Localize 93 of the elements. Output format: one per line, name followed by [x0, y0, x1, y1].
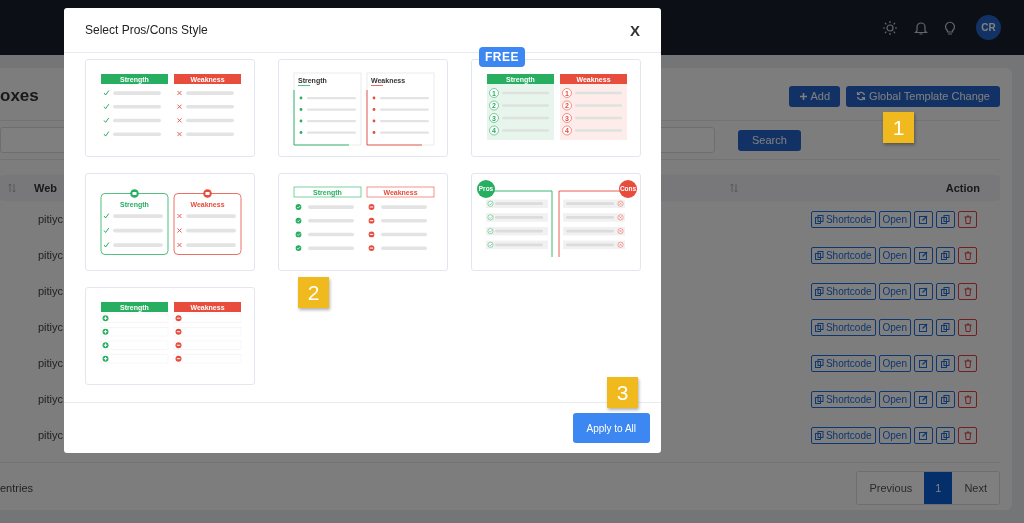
table-cell: pitiyc	[38, 285, 64, 297]
table-cell: pitiyc	[38, 393, 64, 405]
open-button[interactable]: Open	[878, 426, 911, 444]
open-button[interactable]: Open	[878, 390, 911, 408]
trash-icon	[963, 358, 972, 368]
copy-icon	[814, 394, 824, 404]
copy-icon	[941, 394, 950, 404]
edit-icon	[919, 322, 928, 332]
copy-icon	[814, 322, 824, 332]
pagination-button[interactable]: 1	[924, 472, 953, 504]
copy-icon	[941, 358, 950, 368]
edit-button[interactable]	[914, 282, 933, 300]
copy-icon	[814, 214, 824, 224]
global-template-change-button[interactable]: Global Template Change	[846, 85, 1000, 107]
trash-icon	[963, 214, 972, 224]
edit-icon	[919, 394, 928, 404]
trash-icon	[963, 322, 972, 332]
sun-icon[interactable]	[882, 19, 898, 36]
shortcode-button[interactable]: Shortcode	[810, 318, 876, 336]
delete-button[interactable]	[958, 318, 977, 336]
copy-icon	[814, 286, 824, 296]
table-cell: pitiyc	[38, 357, 64, 369]
close-button[interactable]: X	[630, 21, 640, 39]
column-header: Action	[945, 182, 980, 194]
edit-icon	[919, 286, 928, 296]
lightbulb-icon[interactable]	[944, 19, 956, 36]
bell-icon[interactable]	[914, 19, 928, 36]
shortcode-button[interactable]: Shortcode	[810, 210, 876, 228]
delete-button[interactable]	[958, 282, 977, 300]
step-number-callout: 1	[883, 112, 914, 143]
apply-to-all-button[interactable]: Apply to All	[572, 413, 650, 443]
dialog-title: Select Pros/Cons Style	[85, 23, 208, 37]
page-title: oxes	[0, 86, 39, 106]
shortcode-button[interactable]: Shortcode	[810, 246, 876, 264]
refresh-icon	[856, 91, 867, 101]
copy-icon	[814, 250, 824, 260]
edit-button[interactable]	[914, 246, 933, 264]
shortcode-button[interactable]: Shortcode	[810, 426, 876, 444]
table-cell: pitiyc	[38, 429, 64, 441]
table-cell: pitiyc	[38, 249, 64, 261]
delete-button[interactable]	[958, 390, 977, 408]
copy-button[interactable]	[936, 390, 955, 408]
edit-button[interactable]	[914, 318, 933, 336]
column-header: Web	[34, 182, 58, 194]
copy-button[interactable]	[936, 246, 955, 264]
sort-icon[interactable]	[730, 183, 739, 193]
user-avatar[interactable]: CR	[976, 15, 1001, 40]
add-button[interactable]: Add	[788, 85, 841, 107]
step-number-callout: 3	[607, 377, 638, 408]
trash-icon	[963, 394, 972, 404]
edit-button[interactable]	[914, 426, 933, 444]
copy-button[interactable]	[936, 282, 955, 300]
edit-icon	[919, 214, 928, 224]
step-number-callout: 2	[298, 277, 329, 308]
copy-icon	[814, 358, 824, 368]
delete-button[interactable]	[958, 210, 977, 228]
open-button[interactable]: Open	[878, 246, 911, 264]
plus-icon	[798, 91, 808, 101]
copy-icon	[814, 430, 824, 440]
trash-icon	[963, 430, 972, 440]
shortcode-button[interactable]: Shortcode	[810, 390, 876, 408]
open-button[interactable]: Open	[878, 282, 911, 300]
free-badge: FREE	[479, 47, 525, 67]
table-cell: pitiyc	[38, 213, 64, 225]
delete-button[interactable]	[958, 246, 977, 264]
sort-icon[interactable]	[8, 183, 16, 193]
trash-icon	[963, 286, 972, 296]
edit-button[interactable]	[914, 210, 933, 228]
copy-icon	[941, 250, 950, 260]
open-button[interactable]: Open	[878, 210, 911, 228]
delete-button[interactable]	[958, 354, 977, 372]
entries-info: entries	[0, 482, 34, 494]
copy-button[interactable]	[936, 318, 955, 336]
copy-icon	[941, 214, 950, 224]
table-cell: pitiyc	[38, 321, 64, 333]
edit-icon	[919, 358, 928, 368]
delete-button[interactable]	[958, 426, 977, 444]
copy-icon	[941, 286, 950, 296]
edit-button[interactable]	[914, 354, 933, 372]
open-button[interactable]: Open	[878, 354, 911, 372]
search-button[interactable]: Search	[738, 129, 801, 151]
copy-button[interactable]	[936, 210, 955, 228]
copy-icon	[941, 430, 950, 440]
edit-icon	[919, 250, 928, 260]
shortcode-button[interactable]: Shortcode	[810, 282, 876, 300]
copy-icon	[941, 322, 950, 332]
copy-button[interactable]	[936, 426, 955, 444]
open-button[interactable]: Open	[878, 318, 911, 336]
trash-icon	[963, 250, 972, 260]
copy-button[interactable]	[936, 354, 955, 372]
shortcode-button[interactable]: Shortcode	[810, 354, 876, 372]
edit-icon	[919, 430, 928, 440]
edit-button[interactable]	[914, 390, 933, 408]
